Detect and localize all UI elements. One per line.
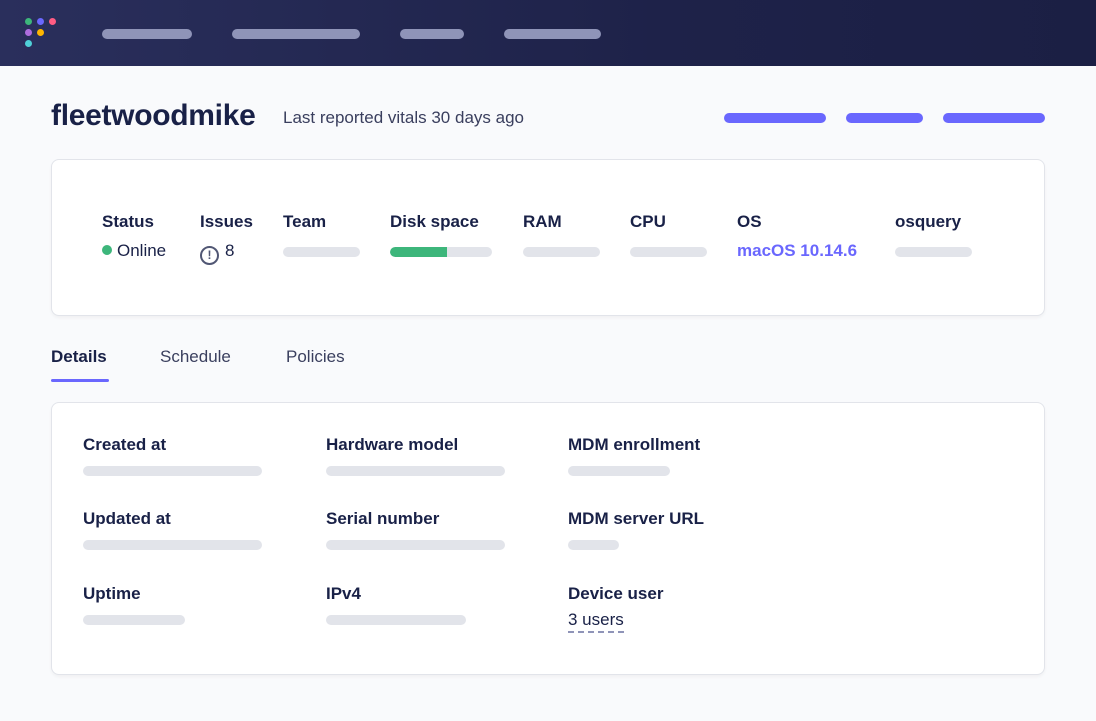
ram-label: RAM — [523, 212, 562, 231]
tab-policies[interactable]: Policies — [286, 347, 345, 367]
os-version-link[interactable]: macOS 10.14.6 — [737, 241, 857, 261]
action-button-placeholder[interactable] — [943, 113, 1045, 123]
ipv4-label: IPv4 — [326, 584, 361, 603]
host-details-card — [51, 402, 1045, 675]
logo-dot — [49, 18, 56, 25]
logo-dot — [37, 18, 44, 25]
online-status-dot-icon — [102, 245, 112, 255]
nav-item-placeholder[interactable] — [102, 29, 192, 39]
created-at-value-placeholder — [83, 466, 262, 476]
ram-value-placeholder — [523, 247, 600, 257]
uptime-label: Uptime — [83, 584, 141, 603]
status-value: Online — [102, 241, 166, 261]
logo-dot — [37, 29, 44, 36]
page-title-hostname: fleetwoodmike — [51, 99, 256, 132]
serial-number-label: Serial number — [326, 509, 440, 528]
device-users-link[interactable]: 3 users — [568, 610, 624, 633]
hardware-model-value-placeholder — [326, 466, 505, 476]
issues-count: 8 — [225, 241, 235, 260]
serial-number-value-placeholder — [326, 540, 505, 550]
created-at-label: Created at — [83, 435, 167, 454]
updated-at-value-placeholder — [83, 540, 262, 550]
nav-item-placeholder[interactable] — [232, 29, 360, 39]
status-label: Status — [102, 212, 154, 231]
cpu-label: CPU — [630, 212, 666, 231]
fleet-logo-icon[interactable] — [25, 18, 57, 50]
mdm-server-url-value-placeholder — [568, 540, 619, 550]
logo-dot — [25, 18, 32, 25]
osquery-value-placeholder — [895, 247, 972, 257]
team-label: Team — [283, 212, 327, 231]
cpu-value-placeholder — [630, 247, 707, 257]
nav-item-placeholder[interactable] — [400, 29, 464, 39]
action-button-placeholder[interactable] — [724, 113, 826, 123]
host-summary-card — [51, 159, 1045, 316]
mdm-enrollment-value-placeholder — [568, 466, 670, 476]
disk-space-bar-fill — [390, 247, 448, 257]
tab-details[interactable]: Details — [51, 347, 107, 367]
last-reported-vitals: Last reported vitals 30 days ago — [283, 108, 524, 127]
ipv4-value-placeholder — [326, 615, 466, 625]
alert-circle-icon: ! — [200, 246, 219, 265]
disk-space-bar — [390, 247, 492, 257]
uptime-value-placeholder — [83, 615, 185, 625]
top-navigation-bar — [0, 0, 1096, 66]
hardware-model-label: Hardware model — [326, 435, 459, 454]
osquery-label: osquery — [895, 212, 962, 231]
issues-label: Issues — [200, 212, 253, 231]
issues-value[interactable]: ! 8 — [200, 241, 234, 265]
disk-space-label: Disk space — [390, 212, 479, 231]
active-tab-indicator — [51, 379, 109, 382]
team-value-placeholder — [283, 247, 360, 257]
updated-at-label: Updated at — [83, 509, 171, 528]
action-button-placeholder[interactable] — [846, 113, 923, 123]
status-text: Online — [117, 241, 167, 260]
device-user-label: Device user — [568, 584, 664, 603]
mdm-enrollment-label: MDM enrollment — [568, 435, 701, 454]
os-label: OS — [737, 212, 762, 231]
logo-dot — [25, 29, 32, 36]
logo-dot — [25, 40, 32, 47]
tab-schedule[interactable]: Schedule — [160, 347, 231, 367]
nav-item-placeholder[interactable] — [504, 29, 601, 39]
mdm-server-url-label: MDM server URL — [568, 509, 705, 528]
